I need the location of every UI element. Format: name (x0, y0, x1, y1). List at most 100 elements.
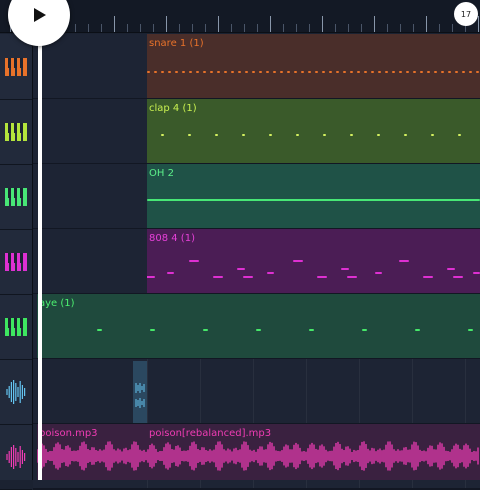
ruler-tick (179, 24, 180, 32)
ruler-tick (426, 16, 427, 32)
midi-note (448, 71, 451, 73)
midi-note (266, 71, 269, 73)
audio-clip-poison[interactable]: poison.mp3 (37, 424, 147, 480)
track-head-clap[interactable] (0, 99, 32, 165)
midi-note (280, 71, 283, 73)
midi-note (296, 134, 299, 136)
track-head-aye[interactable] (0, 294, 32, 360)
midi-clip-snare[interactable]: snare 1 (1) (147, 34, 480, 98)
midi-note (161, 134, 164, 136)
ruler-tick (140, 24, 141, 32)
midi-note (147, 276, 155, 278)
midi-note (242, 134, 245, 136)
midi-note (347, 276, 357, 278)
ruler-tick (205, 24, 206, 32)
track-head-poison[interactable] (0, 424, 32, 490)
midi-clip-aye[interactable]: aye (1) (37, 294, 480, 358)
play-icon (34, 8, 46, 22)
midi-note (343, 71, 346, 73)
midi-note (362, 329, 367, 331)
ruler-tick (283, 24, 284, 32)
midi-note (273, 71, 276, 73)
timeline-ruler[interactable] (0, 0, 480, 33)
grid-line (412, 359, 413, 423)
track-lane-sample[interactable] (33, 359, 480, 425)
midi-note (404, 134, 407, 136)
waveform (135, 383, 145, 408)
arrangement-area[interactable]: snare 1 (1) clap 4 (1) OH 2 808 4 (1) ay… (33, 34, 480, 490)
midi-note (97, 329, 102, 331)
midi-note (267, 272, 274, 274)
ruler-tick (309, 24, 310, 32)
midi-clip-808[interactable]: 808 4 (1) (147, 229, 480, 293)
midi-note (468, 329, 473, 331)
ruler-tick (192, 24, 193, 32)
midi-clip-oh[interactable]: OH 2 (147, 164, 480, 228)
clip-title: clap 4 (1) (149, 103, 197, 114)
waveform (37, 441, 147, 471)
midi-note (406, 71, 409, 73)
midi-note (329, 71, 332, 73)
midi-note (210, 71, 213, 73)
midi-note (294, 71, 297, 73)
clip-title: OH 2 (149, 168, 174, 179)
midi-note (301, 71, 304, 73)
midi-note (175, 71, 178, 73)
midi-note (415, 329, 420, 331)
bar-counter-badge[interactable]: 17 (454, 2, 478, 26)
midi-note (167, 272, 174, 274)
midi-note (431, 134, 434, 136)
ruler-tick (88, 24, 89, 32)
midi-note (224, 71, 227, 73)
ruler-tick (244, 24, 245, 32)
midi-note (203, 329, 208, 331)
waveform (147, 441, 479, 471)
grid-line (253, 359, 254, 423)
midi-note (399, 71, 402, 73)
audio-clip-poison-rebalanced[interactable]: poison[rebalanced].mp3 (147, 424, 480, 480)
midi-note (341, 268, 349, 270)
midi-note (196, 71, 199, 73)
track-head-oh[interactable] (0, 164, 32, 230)
piano-keys-icon (5, 122, 27, 141)
audio-clip-sample[interactable] (133, 361, 147, 423)
midi-note (269, 134, 272, 136)
midi-note (237, 268, 245, 270)
midi-note (189, 71, 192, 73)
track-head-sample[interactable] (0, 359, 32, 425)
ruler-tick (231, 24, 232, 32)
midi-note (399, 260, 409, 262)
midi-note (315, 71, 318, 73)
midi-note (189, 260, 199, 262)
ruler-tick (153, 24, 154, 32)
track-sidebar (0, 34, 33, 490)
waveform-icon (6, 379, 26, 404)
ruler-tick (127, 24, 128, 32)
midi-note (203, 71, 206, 73)
midi-note (150, 329, 155, 331)
midi-note (147, 71, 150, 73)
ruler-tick (257, 24, 258, 32)
midi-clip-clap[interactable]: clap 4 (1) (147, 99, 480, 163)
midi-note (371, 71, 374, 73)
midi-note (473, 272, 480, 274)
midi-note (217, 71, 220, 73)
track-head-808[interactable] (0, 229, 32, 295)
midi-note (168, 71, 171, 73)
midi-note (238, 71, 241, 73)
midi-note (154, 71, 157, 73)
midi-note (385, 71, 388, 73)
ruler-tick (322, 16, 323, 32)
piano-keys-icon (5, 187, 27, 206)
midi-note (350, 71, 353, 73)
midi-note (453, 276, 463, 278)
midi-note (420, 71, 423, 73)
midi-note (161, 71, 164, 73)
midi-note (252, 71, 255, 73)
midi-note (378, 71, 381, 73)
midi-note (182, 71, 185, 73)
playhead[interactable] (38, 0, 42, 480)
midi-note (423, 276, 433, 278)
ruler-tick (361, 24, 362, 32)
midi-note (375, 272, 382, 274)
